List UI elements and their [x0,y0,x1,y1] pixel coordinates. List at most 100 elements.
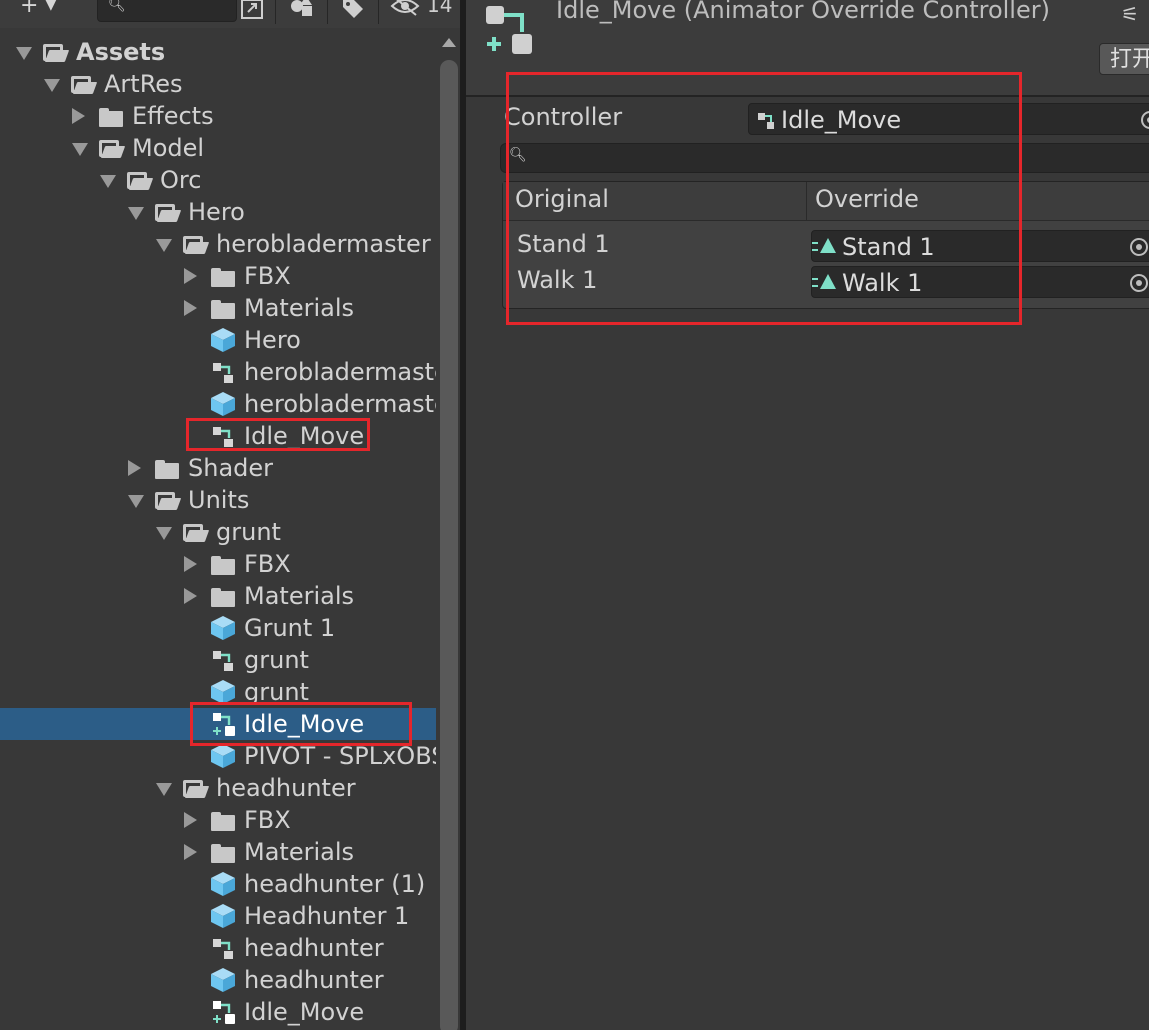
expanded-arrow-icon[interactable] [156,783,172,796]
expanded-arrow-icon[interactable] [128,207,144,220]
collapsed-arrow-icon[interactable] [72,108,85,124]
highlight-box [190,702,412,746]
folder-icon [98,100,124,132]
tree-item[interactable]: Materials [0,292,436,324]
tree-item-label: headhunter [244,934,384,962]
tree-item[interactable]: headhunter [0,964,436,996]
tree-item[interactable]: headhunter [0,772,436,804]
open-button[interactable]: 打开 [1099,43,1149,75]
override-controller-icon [210,996,236,1028]
folder-open-icon [182,516,208,548]
prefab-icon [210,324,236,356]
highlight-box [186,418,370,451]
expanded-arrow-icon[interactable] [100,175,116,188]
tree-item[interactable]: Orc [0,164,436,196]
tree-item[interactable]: Effects [0,100,436,132]
tag-icon [343,0,363,18]
tree-item[interactable]: Grunt 1 [0,612,436,644]
scroll-up-arrow[interactable] [442,38,456,47]
prefab-icon [210,868,236,900]
collapsed-arrow-icon[interactable] [184,268,197,284]
tree-item[interactable]: Hero [0,196,436,228]
hidden-packages-toggle[interactable]: 14 [390,0,452,20]
inspector-title: Idle_Move (Animator Override Controller) [556,0,1050,24]
prefab-icon [210,900,236,932]
tree-item-label: headhunter [216,774,356,802]
filter-by-label-button[interactable] [340,0,366,20]
settings-sliders-icon[interactable]: ⚟ [1121,2,1139,26]
expanded-arrow-icon[interactable] [16,47,32,60]
collapsed-arrow-icon[interactable] [184,556,197,572]
tree-item-label: Effects [132,102,214,130]
tree-item-label: Shader [188,454,274,482]
tree-item-label: headhunter [244,966,384,994]
add-asset-button[interactable]: + ▼ [20,0,56,20]
scrollbar-thumb[interactable] [440,60,458,1030]
animator-controller-icon [210,356,236,388]
folder-icon [210,804,236,836]
tree-item[interactable]: herobladermaster [0,388,436,420]
folder-icon [210,260,236,292]
collapsed-arrow-icon[interactable] [184,300,197,316]
expanded-arrow-icon[interactable] [72,143,88,156]
tree-item-label: herobladermaster [244,390,436,418]
tree-item-label: Materials [244,582,355,610]
search-by-type-button[interactable] [240,0,266,22]
shapes-icon [291,0,312,16]
folder-open-icon [154,484,180,516]
tree-item[interactable]: FBX [0,260,436,292]
tree-item-label: Headhunter 1 [244,902,410,930]
tree-item-label: Model [132,134,205,162]
tree-item[interactable]: Hero [0,324,436,356]
collapsed-arrow-icon[interactable] [184,588,197,604]
tree-item[interactable]: herobladermaster [0,356,436,388]
expanded-arrow-icon[interactable] [128,495,144,508]
tree-item-label: headhunter (1) [244,870,426,898]
folder-icon [210,548,236,580]
folder-open-icon [42,36,68,68]
collapsed-arrow-icon[interactable] [184,844,197,860]
expanded-arrow-icon[interactable] [156,239,172,252]
tree-item-label: Hero [244,326,301,354]
tree-item-label: Materials [244,294,355,322]
tree-item[interactable]: Shader [0,452,436,484]
toolbar-divider [275,0,276,24]
tree-item[interactable]: grunt [0,516,436,548]
tree-item[interactable]: FBX [0,548,436,580]
collapsed-arrow-icon[interactable] [128,460,141,476]
tree-item[interactable]: herobladermaster [0,228,436,260]
prefab-icon [210,964,236,996]
tree-item[interactable]: Headhunter 1 [0,900,436,932]
tree-item-label: Grunt 1 [244,614,336,642]
tree-item[interactable]: Idle_Move [0,996,436,1028]
tree-item-label: Orc [160,166,202,194]
override-controller-icon [486,6,532,54]
expanded-arrow-icon[interactable] [156,527,172,540]
tree-item[interactable]: Assets [0,36,436,68]
prefab-icon [210,612,236,644]
tree-item[interactable]: FBX [0,804,436,836]
object-picker-icon[interactable] [1130,274,1148,292]
tree-item[interactable]: Materials [0,580,436,612]
tree-item-label: Assets [76,38,166,66]
tree-item[interactable]: ArtRes [0,68,436,100]
folder-open-icon [182,772,208,804]
tree-item-label: Hero [188,198,245,226]
expanded-arrow-icon[interactable] [44,79,60,92]
tree-item[interactable]: Model [0,132,436,164]
tree-item[interactable]: headhunter [0,932,436,964]
collapsed-arrow-icon[interactable] [184,812,197,828]
tree-item[interactable]: Materials [0,836,436,868]
folder-icon [154,452,180,484]
filter-by-type-button[interactable] [288,0,316,20]
tree-item-label: FBX [244,262,291,290]
object-picker-icon[interactable] [1130,238,1148,256]
tree-item-label: Materials [244,838,355,866]
tree-item[interactable]: Units [0,484,436,516]
object-picker-icon[interactable] [1141,111,1149,129]
tree-item[interactable]: grunt [0,644,436,676]
hidden-count: 14 [427,0,453,17]
tree-item-label: herobladermaster [216,230,431,258]
tree-item[interactable]: headhunter (1) [0,868,436,900]
search-input[interactable]: 🔍︎ [97,0,237,22]
